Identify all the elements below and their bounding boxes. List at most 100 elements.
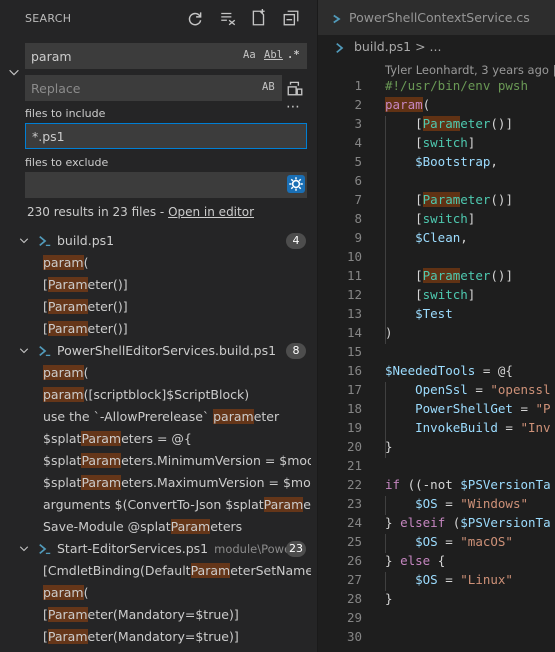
line-number: 8 xyxy=(354,211,362,226)
match-case-icon[interactable]: Aa xyxy=(243,49,256,61)
refresh-icon[interactable] xyxy=(186,9,204,27)
result-match-row[interactable]: arguments $(ConvertTo-Json $splatParamet… xyxy=(43,494,311,516)
result-match-row[interactable]: [Parameter(Mandatory=$true)] xyxy=(43,604,311,626)
result-match-row[interactable]: [Parameter()] xyxy=(43,296,311,318)
match-text-after: eter xyxy=(253,409,280,424)
code-line[interactable]: [switch] xyxy=(385,135,475,150)
clear-results-icon[interactable] xyxy=(219,9,237,27)
result-file-row[interactable]: PowerShellEditorServices.build.ps1 8 xyxy=(0,340,317,362)
file-name-text: Start-EditorServices.ps1 xyxy=(57,541,209,556)
code-line[interactable]: if ((-not $PSVersionTa xyxy=(385,477,551,492)
open-in-editor-link[interactable]: Open in editor xyxy=(168,205,254,219)
code-token: [ xyxy=(385,135,423,150)
result-match-row[interactable]: [CmdletBinding(DefaultParameterSetName="… xyxy=(43,560,311,582)
line-number: 17 xyxy=(346,382,362,397)
result-match-row[interactable]: param( xyxy=(43,582,311,604)
line-number: 29 xyxy=(346,610,362,625)
use-exclude-settings-icon[interactable] xyxy=(287,175,305,193)
line-number: 26 xyxy=(346,553,362,568)
collapse-all-icon[interactable] xyxy=(282,9,300,27)
result-match-row[interactable]: $splatParameters.MinimumVersion = $modul… xyxy=(43,450,311,472)
code-token: $Clean xyxy=(415,230,461,245)
toggle-replace-chevron-icon[interactable] xyxy=(7,64,21,78)
result-match-row[interactable]: [Parameter()] xyxy=(43,274,311,296)
result-match-row[interactable]: [Parameter()] xyxy=(43,318,311,340)
tab-powershellcontextservice[interactable]: PowerShellContextService.cs xyxy=(318,0,555,35)
result-match-row[interactable]: Save-Module @splatParameters xyxy=(43,516,311,538)
code-line[interactable]: [switch] xyxy=(385,211,475,226)
code-line[interactable]: $Test xyxy=(385,306,453,321)
code-line[interactable]: param( xyxy=(385,97,430,112)
code-line[interactable]: [Parameter()] xyxy=(385,116,513,131)
match-text-before: arguments $(ConvertTo-Json $splat xyxy=(43,497,264,512)
result-match-row[interactable]: $splatParameters.MaximumVersion = $modul… xyxy=(43,472,311,494)
code-line[interactable]: $NeededTools = @{ xyxy=(385,363,513,378)
match-highlight: Param xyxy=(81,475,122,490)
result-file-row[interactable]: build.ps1 4 xyxy=(0,230,317,252)
search-input[interactable]: param Aa Abl .* xyxy=(25,43,307,69)
code-line[interactable]: [Parameter()] xyxy=(385,268,513,283)
use-regex-icon[interactable]: .* xyxy=(287,49,300,61)
code-line[interactable]: ) xyxy=(385,325,393,340)
match-whole-word-icon[interactable]: Abl xyxy=(264,49,283,61)
result-match-row[interactable]: param([scriptblock]$ScriptBlock) xyxy=(43,384,311,406)
code-line[interactable]: } else { xyxy=(385,553,445,568)
code-token: InvokeBuild xyxy=(415,420,498,435)
code-line[interactable]: [switch] xyxy=(385,287,475,302)
code-line[interactable]: InvokeBuild = "Inv xyxy=(385,420,550,435)
code-line[interactable]: #!/usr/bin/env pwsh xyxy=(385,78,528,93)
match-highlight: Param xyxy=(190,563,231,578)
chevron-down-icon[interactable] xyxy=(18,345,30,357)
code-line[interactable]: $OS = "Linux" xyxy=(385,572,513,587)
match-text-after: eters xyxy=(210,519,243,534)
code-token: switch xyxy=(422,135,468,150)
result-match-row[interactable]: param( xyxy=(43,252,311,274)
code-line[interactable]: } elseif ($PSVersionTa xyxy=(385,515,551,530)
file-name-text: PowerShellEditorServices.build.ps1 xyxy=(57,343,277,358)
code-token: eter xyxy=(460,116,491,131)
result-match-row[interactable]: param( xyxy=(43,362,311,384)
code-line[interactable]: $OS = "Windows" xyxy=(385,496,528,511)
replace-all-icon[interactable] xyxy=(286,79,304,97)
match-text-before: $splat xyxy=(43,431,82,446)
code-token: elseif xyxy=(400,515,446,530)
code-line[interactable]: PowerShellGet = "P xyxy=(385,401,550,416)
code-line[interactable]: } xyxy=(385,591,393,606)
replace-input[interactable]: Replace AB xyxy=(25,75,282,101)
code-token: $Bootstrap xyxy=(415,154,491,169)
files-to-include-value: *.ps1 xyxy=(32,129,65,144)
match-highlight: param xyxy=(213,409,254,424)
files-to-include-input[interactable]: *.ps1 xyxy=(25,123,307,149)
indent-guide xyxy=(385,496,386,515)
line-number: 18 xyxy=(346,401,362,416)
toggle-details-icon[interactable]: ⋯ xyxy=(286,99,300,115)
code-line[interactable]: $OS = "macOS" xyxy=(385,534,513,549)
chevron-down-icon[interactable] xyxy=(18,235,30,247)
preserve-case-icon[interactable]: AB xyxy=(262,81,275,93)
match-text-after: ( xyxy=(83,255,89,270)
code-line[interactable]: } xyxy=(385,439,393,454)
search-panel: SEARCH param Aa Abl .* Replace AB ⋯ file… xyxy=(0,0,318,652)
result-file-row[interactable]: Start-EditorServices.ps1 module\Powe... 23 xyxy=(0,538,317,560)
code-token: } xyxy=(385,553,401,568)
code-line[interactable]: OpenSsl = "openssl xyxy=(385,382,550,397)
code-line[interactable]: $Bootstrap, xyxy=(385,154,498,169)
replace-placeholder: Replace xyxy=(31,81,81,96)
result-match-row[interactable]: use the `-AllowPrerelease` parameter xyxy=(43,406,311,428)
code-token: [ xyxy=(385,116,423,131)
line-number: 13 xyxy=(346,306,362,321)
files-to-exclude-input[interactable] xyxy=(25,172,307,198)
code-line[interactable]: [Parameter()] xyxy=(385,192,513,207)
line-number: 5 xyxy=(354,154,362,169)
result-match-row[interactable]: [Parameter(Mandatory=$true)] xyxy=(43,626,311,648)
new-search-editor-icon[interactable] xyxy=(250,9,268,27)
code-line[interactable]: $Clean, xyxy=(385,230,468,245)
indent-guide xyxy=(385,572,386,591)
csharp-file-icon xyxy=(332,11,346,25)
result-match-row[interactable]: $splatParameters = @{ xyxy=(43,428,311,450)
match-highlight: Param xyxy=(47,629,88,644)
code-token: ( xyxy=(445,515,461,530)
chevron-down-icon[interactable] xyxy=(18,543,30,555)
git-blame-codelens[interactable]: Tyler Leonhardt, 3 years ago | xyxy=(385,63,555,77)
line-number: 21 xyxy=(346,458,362,473)
